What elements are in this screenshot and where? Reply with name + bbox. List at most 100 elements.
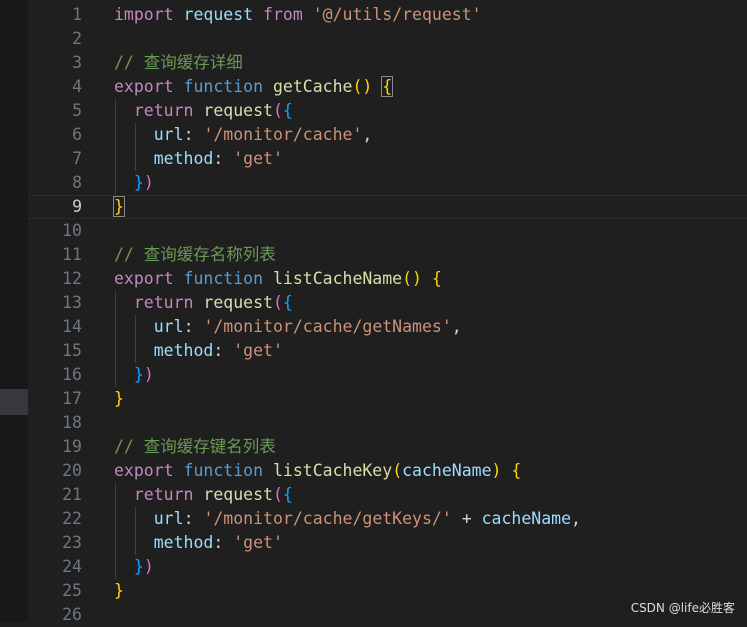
code-token: : <box>213 149 234 168</box>
line-number: 17 <box>62 389 82 408</box>
code-text: method: 'get' <box>114 339 283 363</box>
indent-guide <box>135 507 136 555</box>
code-token: { <box>282 293 293 312</box>
indent-guide <box>115 291 116 387</box>
code-token: return <box>133 485 194 504</box>
code-line[interactable]: 10 <box>28 219 747 243</box>
line-number: 24 <box>62 557 82 576</box>
code-line[interactable]: 18 <box>28 411 747 435</box>
line-number: 19 <box>62 437 82 456</box>
code-text: url: '/monitor/cache/getKeys/' + cacheNa… <box>114 507 581 531</box>
code-line[interactable]: 9} <box>28 195 747 219</box>
code-token: // 查询缓存详细 <box>114 53 243 72</box>
line-number: 9 <box>72 197 82 216</box>
line-number: 22 <box>62 509 82 528</box>
code-token: 'get' <box>233 341 283 360</box>
code-line[interactable]: 13 return request({ <box>28 291 747 315</box>
line-number: 10 <box>62 221 82 240</box>
code-token: 'get' <box>233 149 283 168</box>
code-token: method <box>153 533 214 552</box>
code-token: ( <box>272 101 283 120</box>
code-token: url <box>153 317 184 336</box>
code-line[interactable]: 16 }) <box>28 363 747 387</box>
code-line[interactable]: 11 // 查询缓存名称列表 <box>28 243 747 267</box>
code-token: '/monitor/cache/getKeys/' <box>203 509 452 528</box>
code-token: cacheName <box>402 461 492 480</box>
code-line[interactable]: 2 <box>28 27 747 51</box>
code-text: method: 'get' <box>114 531 283 555</box>
line-number: 6 <box>72 125 82 144</box>
code-text: // 查询缓存名称列表 <box>114 243 276 267</box>
code-token: { <box>431 269 442 288</box>
code-token: } <box>113 196 125 217</box>
line-number: 21 <box>62 485 82 504</box>
code-token: export <box>114 77 174 96</box>
code-line[interactable]: 3 // 查询缓存详细 <box>28 51 747 75</box>
code-text: // 查询缓存键名列表 <box>114 435 276 459</box>
code-token: : <box>183 509 204 528</box>
code-token: } <box>133 557 144 576</box>
line-number: 18 <box>62 413 82 432</box>
code-line[interactable]: 21 return request({ <box>28 483 747 507</box>
code-line[interactable]: 19 // 查询缓存键名列表 <box>28 435 747 459</box>
code-token: : <box>183 317 204 336</box>
line-number: 13 <box>62 293 82 312</box>
code-line[interactable]: 1 import request from '@/utils/request' <box>28 3 747 27</box>
code-editor[interactable]: 1 import request from '@/utils/request' 2 3… <box>28 0 747 624</box>
line-number: 11 <box>62 245 82 264</box>
line-number: 5 <box>72 101 82 120</box>
code-token: , <box>571 509 581 528</box>
code-token: url <box>153 125 184 144</box>
code-token: { <box>282 485 293 504</box>
code-token: ( <box>272 485 283 504</box>
code-token: { <box>381 76 394 97</box>
code-token: request <box>183 5 254 24</box>
code-text: return request({ <box>114 483 293 507</box>
code-line[interactable]: 17} <box>28 387 747 411</box>
code-token: { <box>511 461 522 480</box>
code-token: method <box>153 341 214 360</box>
code-line[interactable]: 5 return request({ <box>28 99 747 123</box>
code-text: return request({ <box>114 291 293 315</box>
code-token: + <box>451 509 482 528</box>
code-line[interactable]: 8 }) <box>28 171 747 195</box>
code-token: ) <box>143 557 154 576</box>
code-text: } <box>114 579 124 603</box>
code-line[interactable]: 20 export function listCacheKey(cacheName… <box>28 459 747 483</box>
code-token: function <box>183 461 264 480</box>
indent-guide <box>115 99 116 195</box>
code-token: , <box>451 317 462 336</box>
code-text: import request from '@/utils/request' <box>114 3 482 27</box>
code-text: }) <box>114 171 154 195</box>
code-token: request <box>203 485 273 504</box>
code-token: listCacheName <box>272 269 403 288</box>
code-text: export function getCache() { <box>114 75 394 99</box>
code-line[interactable]: 24 }) <box>28 555 747 579</box>
code-token: } <box>133 173 144 192</box>
code-token: : <box>213 341 234 360</box>
code-text: }) <box>114 555 154 579</box>
code-text: url: '/monitor/cache', <box>114 123 373 147</box>
line-number: 2 <box>72 29 82 48</box>
code-line[interactable]: 12 export function listCacheName() { <box>28 267 747 291</box>
line-number: 7 <box>72 149 82 168</box>
line-number: 26 <box>62 605 82 624</box>
line-number: 8 <box>72 173 82 192</box>
code-line[interactable]: 4 export function getCache() { <box>28 75 747 99</box>
